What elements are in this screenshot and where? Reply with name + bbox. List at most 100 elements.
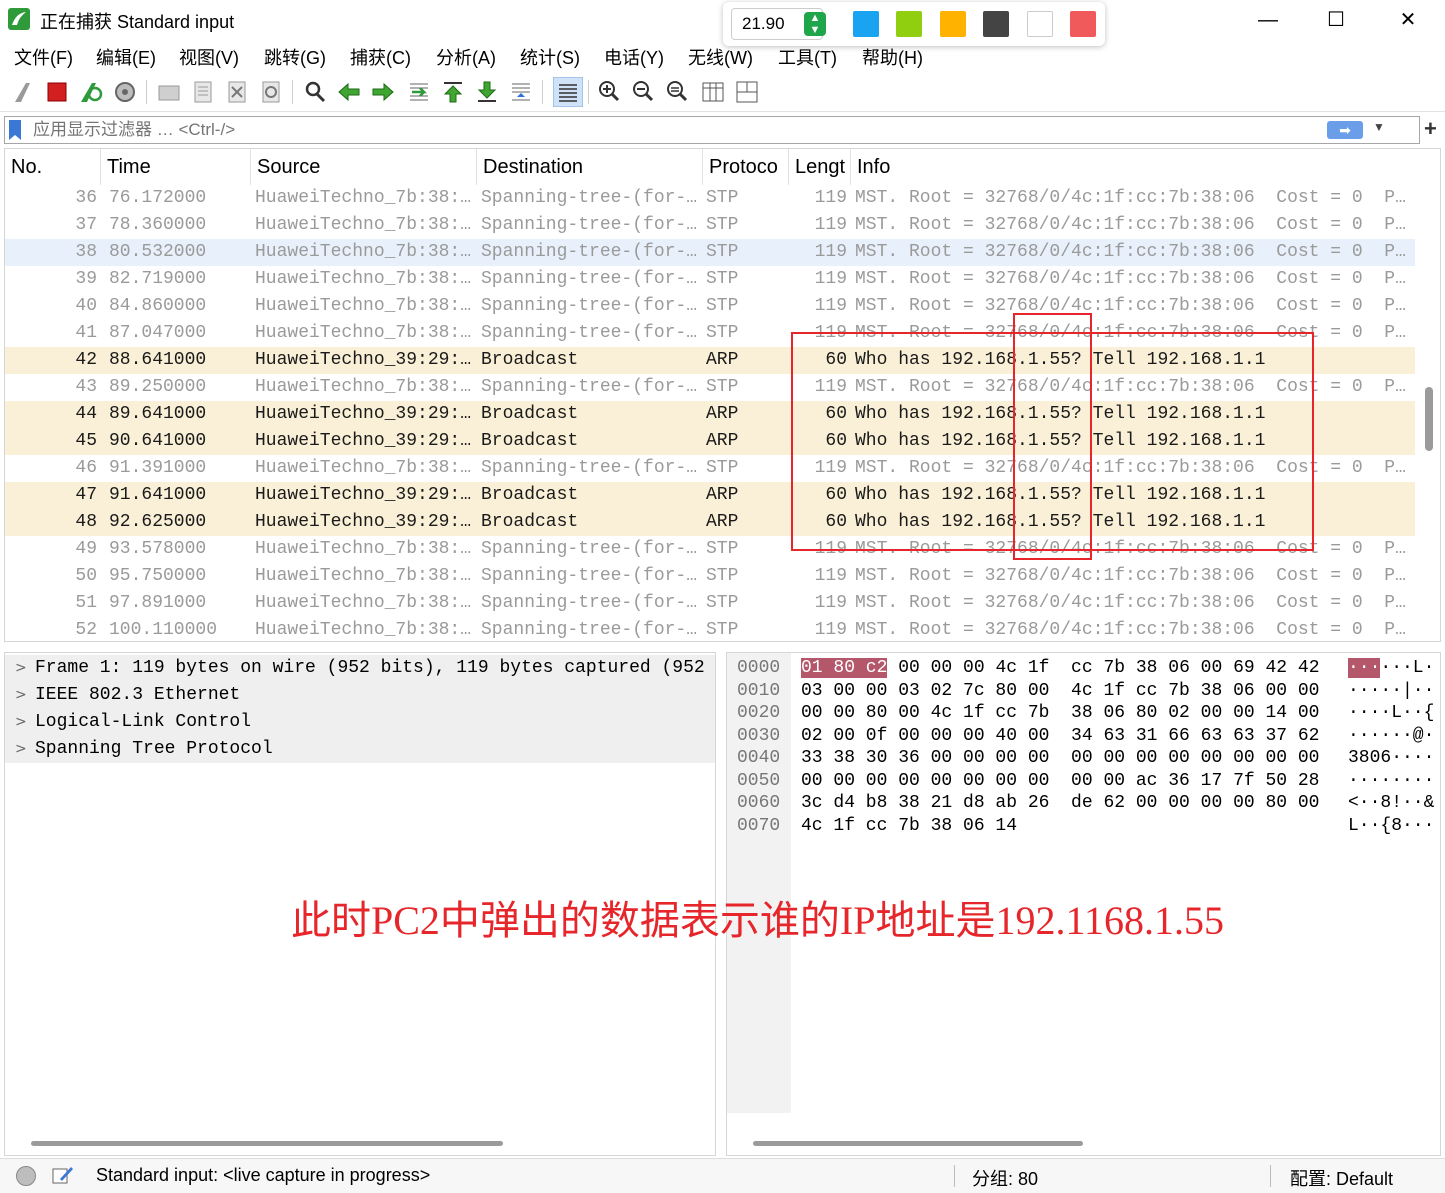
profile-text[interactable]: 配置: Default (1290, 1165, 1393, 1191)
minimize-button[interactable]: — (1246, 6, 1290, 34)
packet-list-scrollbar[interactable] (1425, 387, 1433, 451)
normal-size-icon[interactable] (664, 79, 690, 105)
add-filter-button[interactable]: + (1424, 116, 1437, 142)
menu-telephony[interactable]: 电话(Y) (604, 44, 664, 70)
color-swatch-white[interactable] (1027, 11, 1053, 37)
capture-comment-icon[interactable] (52, 1165, 74, 1185)
menu-wireless[interactable]: 无线(W) (688, 44, 753, 70)
byte-ascii[interactable]: ····L··{ (1348, 702, 1434, 725)
color-swatch-red[interactable] (1070, 11, 1096, 37)
cell-length: 119 (814, 620, 847, 640)
menu-view[interactable]: 视图(V) (179, 44, 239, 70)
stroke-size-spinner[interactable]: ▲ ▼ (804, 12, 826, 36)
detail-row-ethernet[interactable]: > IEEE 802.3 Ethernet (5, 682, 715, 709)
byte-hex[interactable]: 00 00 00 00 00 00 00 00 00 00 ac 36 17 7… (801, 770, 1319, 793)
packet-row[interactable]: 37 78.360000 HuaweiTechno_7b:38:… Spanning-… (5, 212, 1415, 239)
zoom-out-icon[interactable] (630, 79, 656, 105)
expand-arrow-icon[interactable]: > (15, 709, 27, 736)
column-header-protocol[interactable]: Protoco (703, 149, 789, 185)
byte-ascii[interactable]: ·····|·· (1348, 680, 1434, 703)
save-file-icon[interactable] (190, 79, 216, 105)
start-capture-icon[interactable] (12, 79, 38, 105)
go-back-icon[interactable] (336, 79, 362, 105)
go-to-packet-icon[interactable] (406, 79, 432, 105)
byte-ascii[interactable]: <··8!··& (1348, 792, 1434, 815)
byte-hex[interactable]: 4c 1f cc 7b 38 06 14 (801, 815, 1017, 838)
bytes-scrollbar[interactable] (753, 1141, 1083, 1146)
packet-row[interactable]: 50 95.750000 HuaweiTechno_7b:38:… Spanning-… (5, 563, 1415, 590)
cell-time: 82.719000 (109, 269, 207, 289)
packet-row[interactable]: 38 80.532000 HuaweiTechno_7b:38:… Spanning-… (5, 239, 1415, 266)
restart-capture-icon[interactable] (78, 79, 104, 105)
menu-help[interactable]: 帮助(H) (862, 44, 923, 70)
selected-bytes[interactable]: 01 80 c2 (801, 658, 888, 678)
first-packet-icon[interactable] (440, 79, 466, 105)
display-filter-input[interactable] (33, 119, 1303, 141)
menu-go[interactable]: 跳转(G) (264, 44, 326, 70)
stroke-size-field[interactable]: 21.90 ▲ ▼ (731, 8, 826, 40)
capture-options-icon[interactable] (112, 79, 138, 105)
details-scrollbar[interactable] (31, 1141, 503, 1146)
colorize-icon[interactable] (553, 77, 583, 107)
zoom-in-icon[interactable] (596, 79, 622, 105)
menu-file[interactable]: 文件(F) (14, 44, 73, 70)
column-header-time[interactable]: Time (101, 149, 251, 185)
last-packet-icon[interactable] (474, 79, 500, 105)
packet-row[interactable]: 40 84.860000 HuaweiTechno_7b:38:… Spanning-… (5, 293, 1415, 320)
close-file-icon[interactable] (224, 79, 250, 105)
column-header-length[interactable]: Lengt (789, 149, 851, 185)
stop-capture-icon[interactable] (44, 79, 70, 105)
reload-file-icon[interactable] (258, 79, 284, 105)
byte-hex[interactable]: 02 00 0f 00 00 00 40 00 34 63 31 66 63 6… (801, 725, 1319, 748)
cell-length: 119 (814, 296, 847, 316)
byte-ascii[interactable]: 3806···· (1348, 747, 1434, 770)
byte-hex[interactable]: 03 00 00 03 02 7c 80 00 4c 1f cc 7b 38 0… (801, 680, 1319, 703)
byte-ascii[interactable]: ······@· (1348, 725, 1434, 748)
detail-row-llc[interactable]: > Logical-Link Control (5, 709, 715, 736)
column-header-source[interactable]: Source (251, 149, 477, 185)
menu-capture[interactable]: 捕获(C) (350, 44, 411, 70)
open-file-icon[interactable] (156, 79, 182, 105)
menu-statistics[interactable]: 统计(S) (520, 44, 580, 70)
packet-row[interactable]: 39 82.719000 HuaweiTechno_7b:38:… Spanning-… (5, 266, 1415, 293)
expand-arrow-icon[interactable]: > (15, 655, 27, 682)
menu-tools[interactable]: 工具(T) (778, 44, 837, 70)
column-header-info[interactable]: Info (851, 149, 1413, 185)
packet-row[interactable]: 51 97.891000 HuaweiTechno_7b:38:… Spanning-… (5, 590, 1415, 617)
packet-row[interactable]: 52 100.110000 HuaweiTechno_7b:38:… Spanning… (5, 617, 1415, 641)
column-header-no[interactable]: No. (5, 149, 101, 185)
close-button[interactable]: ✕ (1386, 6, 1430, 34)
layout-icon[interactable] (734, 79, 760, 105)
selected-ascii[interactable]: ··· (1348, 658, 1381, 678)
byte-ascii[interactable]: ······L· (1348, 657, 1434, 680)
go-forward-icon[interactable] (370, 79, 396, 105)
filter-bookmark-icon[interactable] (9, 120, 21, 140)
color-swatch-dark[interactable] (983, 11, 1009, 37)
detail-row-stp[interactable]: > Spanning Tree Protocol (5, 736, 715, 763)
menu-edit[interactable]: 编辑(E) (96, 44, 156, 70)
filter-history-dropdown[interactable]: ▼ (1373, 120, 1385, 134)
byte-ascii[interactable]: L··{8··· (1348, 815, 1434, 838)
color-swatch-green[interactable] (896, 11, 922, 37)
expert-info-icon[interactable] (16, 1166, 36, 1186)
find-packet-icon[interactable] (302, 79, 328, 105)
byte-ascii[interactable]: ········ (1348, 770, 1434, 793)
packet-row[interactable]: 36 76.172000 HuaweiTechno_7b:38:… Spanning-… (5, 185, 1415, 212)
menu-analyze[interactable]: 分析(A) (436, 44, 496, 70)
cell-info: MST. Root = 32768/0/4c:1f:cc:7b:38:06 Co… (855, 215, 1406, 235)
byte-hex[interactable]: 00 00 80 00 4c 1f cc 7b 38 06 80 02 00 0… (801, 702, 1319, 725)
byte-hex[interactable]: 01 80 c2 00 00 00 4c 1f cc 7b 38 06 00 6… (801, 657, 1320, 680)
byte-hex[interactable]: 3c d4 b8 38 21 d8 ab 26 de 62 00 00 00 0… (801, 792, 1319, 815)
auto-scroll-icon[interactable] (508, 79, 534, 105)
expand-arrow-icon[interactable]: > (15, 736, 27, 763)
color-swatch-orange[interactable] (940, 11, 966, 37)
resize-columns-icon[interactable] (700, 79, 726, 105)
expand-arrow-icon[interactable]: > (15, 682, 27, 709)
apply-filter-button[interactable]: ➡ (1327, 121, 1363, 139)
color-swatch-blue[interactable] (853, 11, 879, 37)
byte-hex[interactable]: 33 38 30 36 00 00 00 00 00 00 00 00 00 0… (801, 747, 1319, 770)
cell-length: 119 (814, 593, 847, 613)
detail-row-frame[interactable]: > Frame 1: 119 bytes on wire (952 bits),… (5, 655, 715, 682)
maximize-button[interactable]: ☐ (1314, 6, 1358, 34)
column-header-destination[interactable]: Destination (477, 149, 703, 185)
